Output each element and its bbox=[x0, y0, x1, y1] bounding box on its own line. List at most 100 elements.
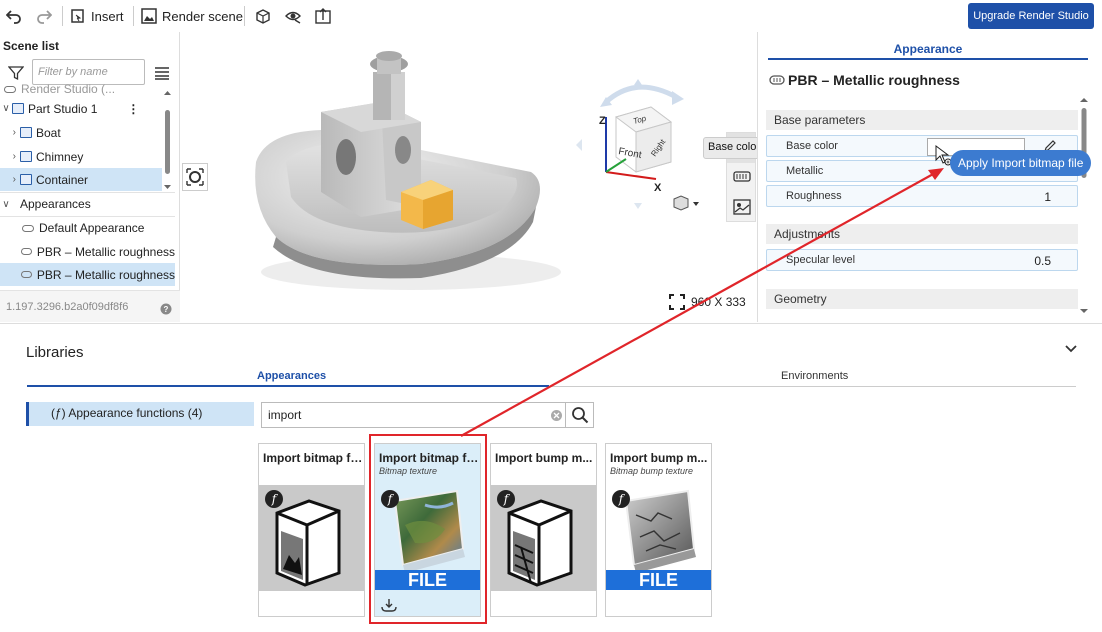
top-toolbar: Insert Render scene Upgrade Render Studi… bbox=[0, 0, 1102, 32]
appearance-title: PBR – Metallic roughness bbox=[788, 72, 960, 88]
tree-item-part-studio[interactable]: ∨ Part Studio 1 ⋮ bbox=[0, 97, 162, 120]
chevron-right-icon[interactable]: › bbox=[0, 127, 20, 138]
appearance-icon bbox=[22, 224, 34, 232]
tree-item-appearances[interactable]: ∨ Appearances bbox=[0, 192, 175, 215]
tree-item-default-appearance[interactable]: Default Appearance bbox=[0, 216, 175, 239]
insert-label: Insert bbox=[91, 8, 124, 24]
tree-item-label: Part Studio 1 bbox=[28, 101, 98, 116]
function-badge-icon: f bbox=[265, 490, 283, 508]
param-label: Roughness bbox=[786, 190, 842, 202]
adjustments-header[interactable]: Adjustments bbox=[766, 224, 1078, 244]
function-badge-icon: f bbox=[612, 490, 630, 508]
appearance-icon bbox=[20, 271, 32, 278]
redo-button[interactable] bbox=[36, 4, 52, 28]
upgrade-render-studio-button[interactable]: Upgrade Render Studio bbox=[968, 3, 1094, 29]
tree-item-label: PBR – Metallic roughness bbox=[36, 267, 175, 282]
tree-item-pbr-appearance-selected[interactable]: PBR – Metallic roughness bbox=[0, 263, 175, 286]
tree-item-label: Boat bbox=[36, 125, 61, 140]
tab-underline bbox=[768, 58, 1088, 60]
tab-appearances[interactable]: Appearances bbox=[257, 370, 326, 382]
render-scene-button[interactable]: Render scene bbox=[141, 4, 243, 28]
render-icon bbox=[141, 8, 157, 24]
svg-text:?: ? bbox=[164, 305, 169, 314]
library-card-import-bump-file[interactable]: Import bump m... Bitmap bump texture FIL… bbox=[605, 443, 712, 617]
x-axis-label: X bbox=[654, 182, 662, 194]
specular-level-param[interactable]: Specular level 0.5 bbox=[766, 249, 1078, 271]
base-parameters-header[interactable]: Base parameters bbox=[766, 110, 1078, 130]
card-highlight-box bbox=[369, 434, 487, 624]
filter-icon[interactable] bbox=[8, 65, 24, 81]
redo-icon bbox=[37, 10, 52, 24]
paint-cube-icon bbox=[256, 9, 270, 24]
list-menu-icon[interactable] bbox=[155, 66, 169, 80]
toolbar-divider bbox=[133, 6, 134, 26]
resolution-value: 960 X 333 bbox=[691, 295, 746, 309]
param-value[interactable]: 1 bbox=[1044, 190, 1051, 204]
roughness-param[interactable]: Roughness 1 bbox=[766, 185, 1078, 207]
undo-icon bbox=[6, 10, 21, 24]
chevron-right-icon[interactable]: › bbox=[0, 151, 20, 162]
tree-item-boat[interactable]: › Boat bbox=[0, 121, 162, 144]
geometry-header[interactable]: Geometry bbox=[766, 289, 1078, 309]
chevron-down-icon[interactable]: ∨ bbox=[0, 103, 12, 114]
card-title: Import bump m... bbox=[610, 451, 708, 465]
render-viewport[interactable]: Top Front Right Z X 960 X 333 bbox=[181, 32, 755, 322]
fullscreen-icon bbox=[669, 294, 685, 310]
tab-environments[interactable]: Environments bbox=[781, 370, 848, 382]
appearance-tool-button[interactable] bbox=[254, 4, 272, 28]
file-label: FILE bbox=[606, 570, 711, 590]
z-axis-label: Z bbox=[599, 115, 606, 127]
part-studio-icon bbox=[12, 103, 24, 114]
tab-appearance[interactable]: Appearance bbox=[768, 42, 1088, 56]
chevron-down-icon[interactable]: ∨ bbox=[0, 199, 12, 210]
insert-icon bbox=[71, 9, 84, 23]
toolbar-divider bbox=[244, 6, 245, 26]
appearance-icon bbox=[20, 248, 32, 255]
undo-button[interactable] bbox=[6, 4, 22, 28]
part-icon bbox=[20, 127, 32, 138]
tree-item-label: Appearances bbox=[20, 197, 91, 211]
library-card-import-bitmap[interactable]: Import bitmap fi... f bbox=[258, 443, 365, 617]
param-label: Specular level bbox=[786, 254, 856, 266]
library-search-input[interactable]: import bbox=[261, 402, 566, 428]
help-icon[interactable]: ? bbox=[160, 303, 172, 315]
toolbar-divider bbox=[62, 6, 63, 26]
library-card-import-bump[interactable]: Import bump m... f bbox=[490, 443, 597, 617]
tree-root[interactable]: Render Studio (... bbox=[0, 82, 162, 96]
param-value[interactable]: 0.5 bbox=[1034, 254, 1051, 268]
render-studio-icon bbox=[4, 85, 16, 93]
chevron-down-icon[interactable] bbox=[1065, 345, 1077, 353]
card-subtitle: Bitmap bump texture bbox=[610, 466, 694, 476]
chevron-right-icon[interactable]: › bbox=[0, 174, 20, 185]
function-badge-icon: f bbox=[497, 490, 515, 508]
tree-item-container[interactable]: › Container bbox=[0, 168, 162, 191]
material-stack-icon[interactable] bbox=[733, 170, 751, 184]
export-icon bbox=[315, 8, 331, 24]
param-label: Base color bbox=[786, 140, 838, 152]
appearance-panel: Appearance PBR – Metallic roughness Base… bbox=[757, 32, 1102, 322]
tree-item-chimney[interactable]: › Chimney bbox=[0, 145, 162, 168]
clear-search-icon[interactable] bbox=[551, 410, 562, 421]
appearance-icon bbox=[769, 75, 785, 85]
more-options-icon[interactable]: ⋮ bbox=[127, 102, 139, 116]
environment-image-icon[interactable] bbox=[733, 199, 751, 215]
tree-item-label: PBR – Metallic roughness bbox=[36, 244, 175, 259]
appearance-functions-item[interactable]: (ƒ) Appearance functions (4) bbox=[26, 402, 254, 426]
part-icon bbox=[20, 174, 32, 185]
param-label: Metallic bbox=[786, 165, 824, 177]
insert-button[interactable]: Insert bbox=[70, 4, 124, 28]
camera-reset-icon[interactable] bbox=[182, 163, 208, 191]
view-cube-dropdown[interactable] bbox=[672, 194, 702, 212]
resolution-indicator[interactable]: 960 X 333 bbox=[669, 294, 746, 310]
view-tool-button[interactable] bbox=[284, 4, 302, 28]
tab-active-underline bbox=[27, 385, 549, 387]
part-icon bbox=[20, 151, 32, 162]
export-tool-button[interactable] bbox=[314, 4, 332, 28]
version-label: 1.197.3296.b2a0f09df8f6 bbox=[6, 301, 129, 313]
scene-list-title: Scene list bbox=[3, 39, 60, 53]
search-button[interactable] bbox=[566, 402, 594, 428]
scene-list-scrollbar[interactable] bbox=[163, 90, 172, 190]
tree-item-label: Container bbox=[36, 172, 89, 187]
render-label: Render scene bbox=[162, 8, 243, 24]
tree-item-pbr-appearance[interactable]: PBR – Metallic roughness bbox=[0, 240, 175, 263]
